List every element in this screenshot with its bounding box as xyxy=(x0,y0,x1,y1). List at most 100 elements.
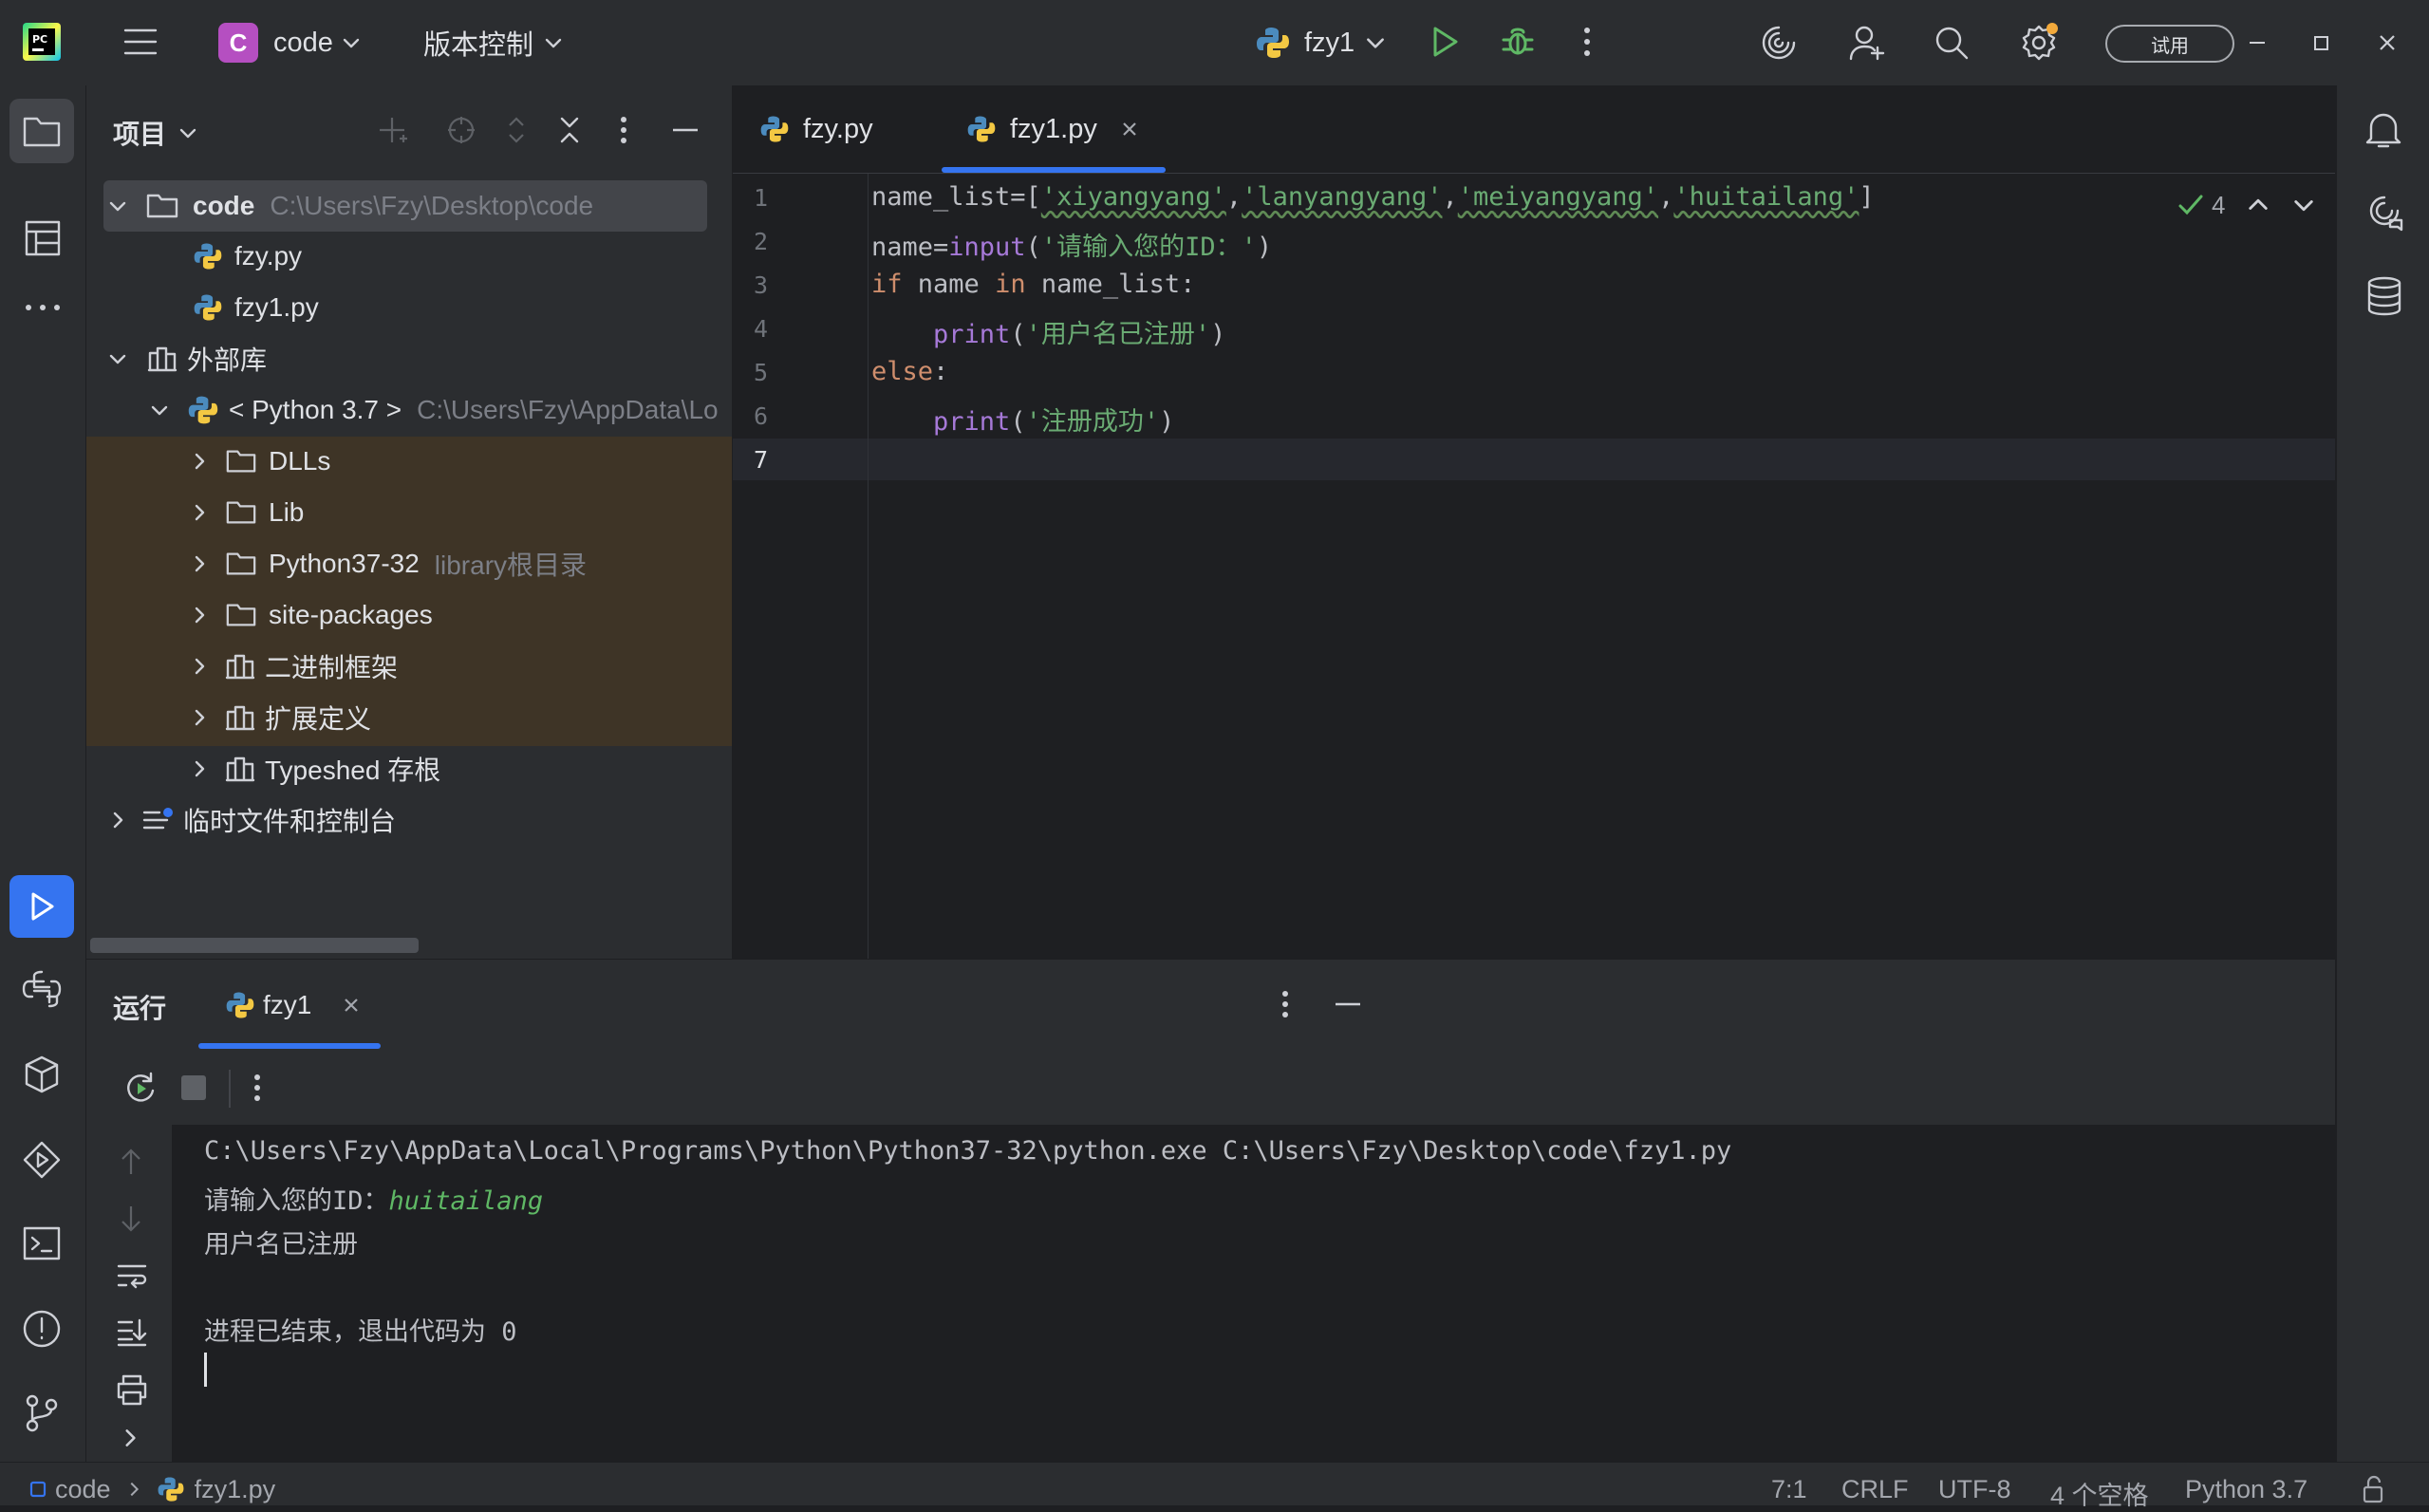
tree-typeshed-stubs[interactable]: Typeshed 存根 xyxy=(189,743,440,794)
hide-panel-icon[interactable] xyxy=(669,114,701,146)
tree-file-fzy[interactable]: fzy.py xyxy=(193,231,302,282)
interpreter-selector[interactable]: Python 3.7 xyxy=(2185,1475,2308,1504)
more-actions-icon[interactable] xyxy=(1579,25,1595,59)
previous-highlight-icon[interactable] xyxy=(2246,193,2270,217)
run-tab-indicator xyxy=(198,1043,381,1049)
python-packages-button[interactable] xyxy=(21,1054,63,1095)
tree-extended-definitions[interactable]: 扩展定义 xyxy=(189,692,371,743)
scroll-to-end-icon[interactable] xyxy=(115,1316,149,1349)
line-number: 6 xyxy=(754,402,769,430)
structure-tool-button[interactable] xyxy=(23,218,63,258)
problems-button[interactable] xyxy=(21,1308,63,1350)
dir-name: Typeshed 存根 xyxy=(265,756,441,785)
maximize-window-button[interactable] xyxy=(2305,27,2337,59)
stop-button[interactable] xyxy=(181,1075,206,1100)
library-icon xyxy=(225,654,255,680)
ai-chat-button[interactable] xyxy=(2364,192,2405,233)
chevron-down-icon xyxy=(545,38,562,48)
locate-file-icon[interactable] xyxy=(445,114,477,146)
ai-chat-icon xyxy=(2369,196,2403,232)
tree-file-fzy1[interactable]: fzy1.py xyxy=(193,282,319,333)
read-only-lock-icon[interactable] xyxy=(2360,1475,2388,1503)
tree-dir-site-packages[interactable]: site-packages xyxy=(189,589,433,641)
tree-scratches[interactable]: 临时文件和控制台 xyxy=(107,794,396,846)
rerun-button[interactable] xyxy=(122,1070,159,1106)
project-widget[interactable]: C code xyxy=(218,21,362,65)
console-output[interactable]: C:\Users\Fzy\AppData\Local\Programs\Pyth… xyxy=(172,1125,2335,1462)
minimize-window-button[interactable] xyxy=(2240,28,2274,57)
run-more-icon[interactable] xyxy=(250,1072,265,1104)
cursor-position[interactable]: 7:1 xyxy=(1771,1475,1807,1504)
tree-external-libraries[interactable]: 外部库 xyxy=(107,333,267,384)
soft-wrap-icon[interactable] xyxy=(115,1260,149,1292)
search-icon[interactable] xyxy=(1933,24,1971,62)
vcs-widget[interactable]: 版本控制 xyxy=(423,21,564,65)
tab-fzy1[interactable]: fzy1.py xyxy=(966,85,1141,173)
run-tool-button[interactable] xyxy=(9,875,74,938)
close-icon[interactable] xyxy=(340,994,363,1017)
hide-run-panel-icon[interactable] xyxy=(1332,988,1364,1020)
python-console-button[interactable] xyxy=(21,968,63,1010)
tree-dir-dlls[interactable]: DLLs xyxy=(189,436,330,487)
breadcrumb: code fzy1.py xyxy=(28,1473,275,1505)
pycharm-logo-icon[interactable]: PC xyxy=(23,23,61,61)
breadcrumb-project[interactable]: code xyxy=(55,1475,111,1504)
line-separator[interactable]: CRLF xyxy=(1841,1475,1909,1504)
sdk-path: C:\Users\Fzy\AppData\Lo xyxy=(417,395,719,424)
next-highlight-icon[interactable] xyxy=(2291,193,2316,217)
git-button[interactable] xyxy=(21,1391,63,1433)
file-name: fzy1.py xyxy=(234,292,319,322)
scroll-up-icon[interactable] xyxy=(115,1146,147,1178)
expand-all-icon[interactable] xyxy=(502,114,531,146)
run-options-icon[interactable] xyxy=(1278,988,1293,1020)
tree-dir-python37[interactable]: Python37-32 library根目录 xyxy=(189,538,587,589)
ai-assistant-icon[interactable] xyxy=(1760,24,1798,62)
notifications-button[interactable] xyxy=(2364,108,2403,150)
scroll-down-icon[interactable] xyxy=(115,1203,147,1235)
add-user-icon[interactable] xyxy=(1847,23,1887,63)
indent-setting[interactable]: 4 个空格 xyxy=(2050,1475,2149,1512)
python-icon xyxy=(226,992,254,1018)
new-file-icon[interactable] xyxy=(377,114,409,146)
run-tab-fzy1[interactable]: fzy1 xyxy=(225,986,363,1024)
console-prompt: 请输入您的ID： xyxy=(204,1186,389,1216)
right-tool-strip xyxy=(2336,85,2429,1462)
project-panel-header[interactable]: 项目 xyxy=(113,114,198,152)
close-window-button[interactable] xyxy=(2371,27,2403,59)
python-icon xyxy=(188,396,218,424)
python-console-icon xyxy=(22,970,62,1008)
run-button[interactable] xyxy=(1428,25,1462,59)
file-encoding[interactable]: UTF-8 xyxy=(1938,1475,2011,1504)
tree-root-code[interactable]: code C:\Users\Fzy\Desktop\code xyxy=(107,180,593,232)
bug-icon xyxy=(1502,28,1534,55)
tree-dir-lib[interactable]: Lib xyxy=(189,487,304,538)
close-icon[interactable] xyxy=(1118,118,1141,140)
more-console-actions-icon[interactable] xyxy=(119,1427,141,1449)
inspection-widget[interactable]: 4 xyxy=(2177,190,2316,220)
tree-binary-skeletons[interactable]: 二进制框架 xyxy=(189,641,398,692)
options-icon[interactable] xyxy=(616,114,631,146)
main-menu-button[interactable] xyxy=(121,25,159,59)
editor-area[interactable]: 1 2 3 4 5 6 7 name_list=['xiyangyang','l… xyxy=(733,85,2335,959)
breadcrumb-file[interactable]: fzy1.py xyxy=(195,1475,276,1504)
settings-gear-icon[interactable] xyxy=(2018,21,2060,63)
debug-button[interactable] xyxy=(1500,23,1536,59)
run-config-selector[interactable]: fzy1 xyxy=(1255,21,1387,65)
project-tool-button[interactable] xyxy=(9,99,74,163)
more-tools-icon[interactable] xyxy=(23,302,63,313)
print-icon[interactable] xyxy=(115,1373,149,1406)
trial-label: 试用 xyxy=(2151,35,2189,57)
terminal-button[interactable] xyxy=(21,1223,63,1264)
trial-badge[interactable]: 试用 xyxy=(2105,25,2234,63)
horizontal-scrollbar[interactable] xyxy=(90,938,419,953)
bell-icon xyxy=(2365,113,2401,148)
dir-name: 扩展定义 xyxy=(265,704,372,734)
tree-python-sdk[interactable]: < Python 3.7 > C:\Users\Fzy\AppData\Lo xyxy=(149,384,719,436)
collapse-all-icon[interactable] xyxy=(555,114,584,146)
problems-icon xyxy=(23,1310,61,1348)
dir-name: 二进制框架 xyxy=(265,653,399,682)
database-button[interactable] xyxy=(2365,275,2403,317)
services-button[interactable] xyxy=(21,1139,63,1181)
tab-fzy[interactable]: fzy.py xyxy=(759,85,873,173)
dir-hint: library根目录 xyxy=(434,551,588,580)
